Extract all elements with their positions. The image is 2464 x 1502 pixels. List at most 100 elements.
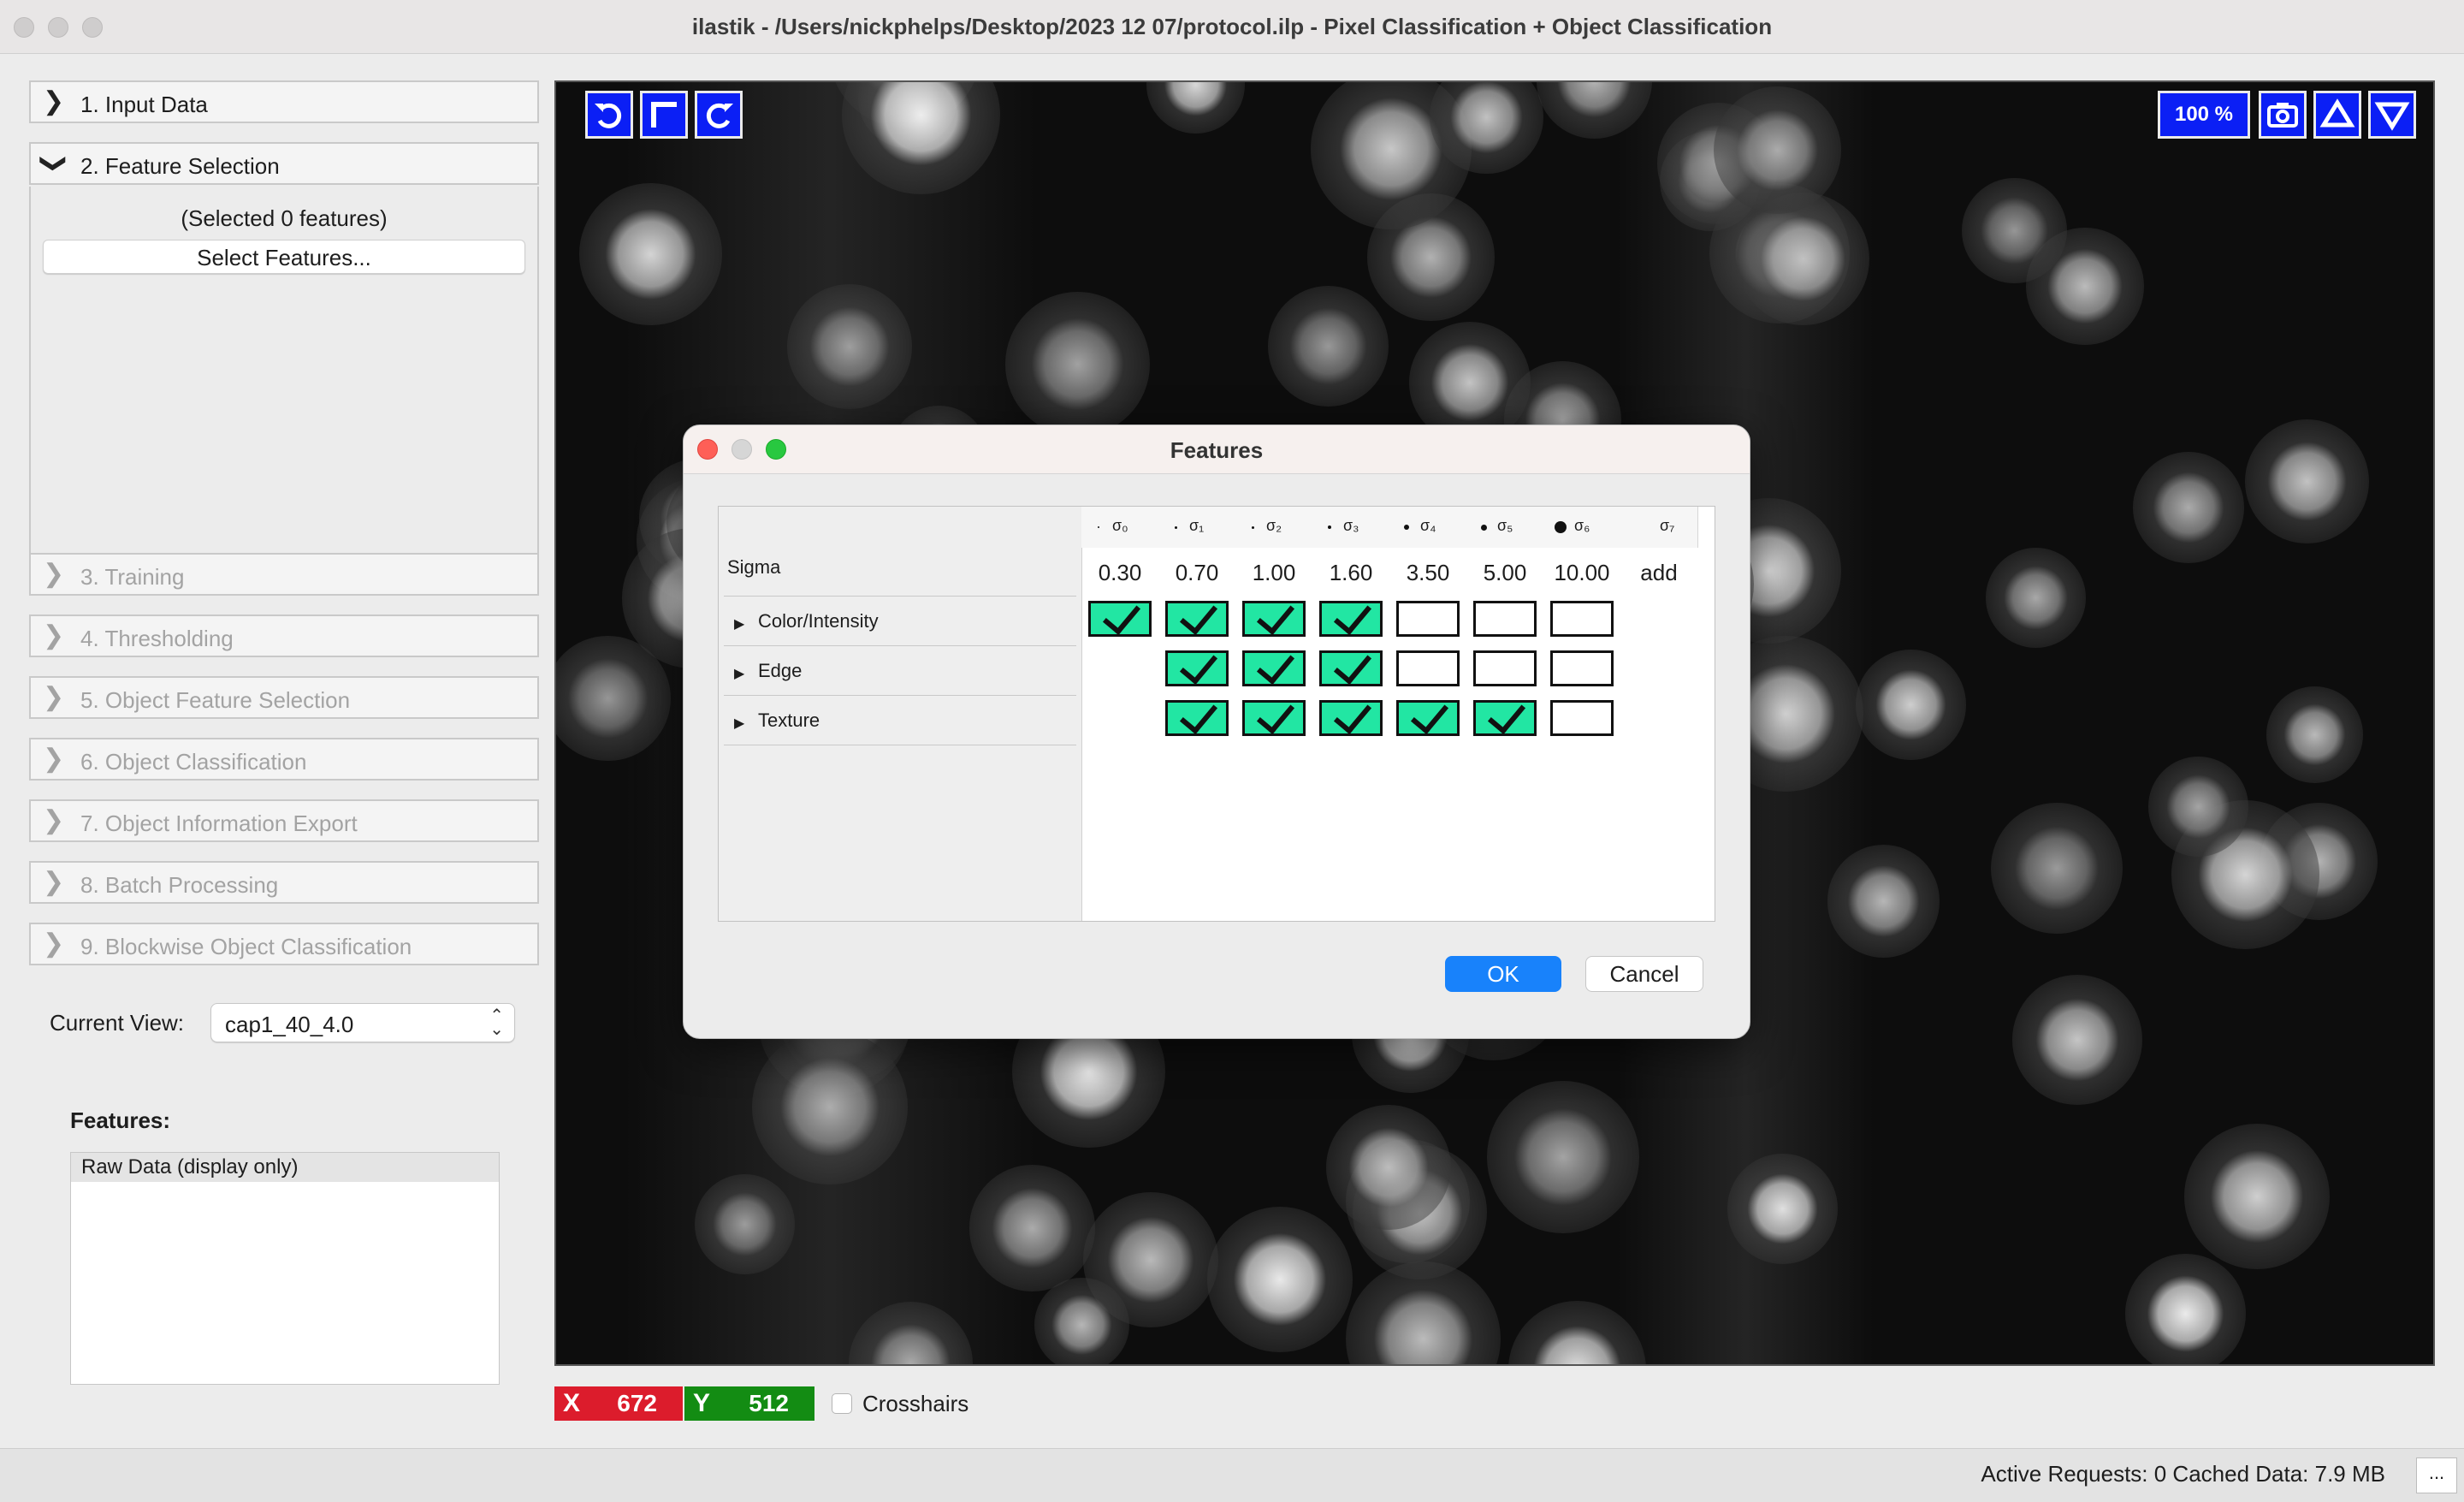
- cell-blob: [2012, 975, 2143, 1106]
- feature-checkbox[interactable]: [1550, 601, 1614, 637]
- applet-input-data[interactable]: ❯ 1. Input Data: [29, 80, 539, 123]
- undo-icon[interactable]: [585, 91, 633, 139]
- cell-blob: [1713, 86, 1842, 215]
- applet-training[interactable]: ❯ 3. Training: [29, 553, 539, 596]
- list-item[interactable]: Raw Data (display only): [71, 1153, 499, 1182]
- feature-checkbox[interactable]: [1319, 650, 1383, 686]
- sigma-column-header: σ₂: [1235, 507, 1313, 548]
- feature-checkbox[interactable]: [1550, 650, 1614, 686]
- feature-checkbox[interactable]: [1396, 700, 1460, 736]
- group-label: Color/Intensity: [758, 610, 879, 632]
- applet-batch-processing[interactable]: ❯ 8. Batch Processing: [29, 861, 539, 904]
- chevron-right-icon: ❯: [43, 929, 65, 958]
- feature-checkbox[interactable]: [1396, 601, 1460, 637]
- crosshairs-label: Crosshairs: [862, 1391, 969, 1416]
- sigma-symbol: σ₃: [1343, 517, 1359, 534]
- selected-features-count: (Selected 0 features): [181, 205, 388, 231]
- feature-checkbox[interactable]: [1088, 601, 1152, 637]
- feature-table: Sigma ▶ Color/Intensity ▶ Edge ▶ Texture…: [718, 506, 1715, 922]
- applet-object-feature-selection[interactable]: ❯ 5. Object Feature Selection: [29, 676, 539, 719]
- sigma-column-header: σ₃: [1312, 507, 1390, 548]
- applet-blockwise-object-classification[interactable]: ❯ 9. Blockwise Object Classification: [29, 923, 539, 965]
- group-label: Edge: [758, 660, 803, 681]
- feature-checkbox[interactable]: [1319, 601, 1383, 637]
- applet-thresholding[interactable]: ❯ 4. Thresholding: [29, 614, 539, 657]
- cell-blob: [1034, 1277, 1130, 1364]
- ok-button[interactable]: OK: [1445, 956, 1561, 992]
- cell-blob: [579, 182, 723, 326]
- cell-blob: [695, 1174, 795, 1274]
- cell-blob: [968, 1165, 1096, 1292]
- expand-triangle-icon[interactable]: ▶: [734, 665, 744, 682]
- sigma-symbol: σ₅: [1497, 517, 1513, 534]
- cancel-button[interactable]: Cancel: [1585, 956, 1703, 992]
- feature-checkbox[interactable]: [1319, 700, 1383, 736]
- cell-blob: [1325, 1104, 1451, 1230]
- status-more-button[interactable]: ...: [2416, 1457, 2457, 1493]
- feature-checkbox[interactable]: [1242, 700, 1306, 736]
- feature-checkbox[interactable]: [1550, 700, 1614, 736]
- chevron-right-icon: ❯: [43, 87, 65, 116]
- sigma-column-header: σ₇: [1620, 507, 1698, 548]
- group-texture[interactable]: ▶ Texture: [724, 695, 1076, 745]
- zoom-level-button[interactable]: 100 %: [2158, 91, 2250, 139]
- fit-view-icon[interactable]: [640, 91, 688, 139]
- feature-checkbox[interactable]: [1242, 650, 1306, 686]
- sigma-symbol: σ₆: [1574, 517, 1590, 534]
- applet-label: 5. Object Feature Selection: [80, 687, 351, 713]
- y-value: 512: [749, 1390, 789, 1416]
- cell-blob: [1827, 845, 1940, 958]
- feature-selection-pane: (Selected 0 features) Select Features...: [29, 187, 539, 553]
- features-dialog: Features Sigma ▶ Color/Intensity ▶ Edge …: [683, 424, 1750, 1039]
- applet-feature-selection[interactable]: ❯ 2. Feature Selection: [29, 142, 539, 185]
- applet-label: 9. Blockwise Object Classification: [80, 934, 412, 959]
- group-color-intensity[interactable]: ▶ Color/Intensity: [724, 596, 1076, 646]
- applet-object-classification[interactable]: ❯ 6. Object Classification: [29, 738, 539, 781]
- x-label: X: [563, 1389, 581, 1417]
- features-heading: Features:: [70, 1107, 171, 1133]
- sigma-scale-dot-icon: [1480, 524, 1487, 531]
- sigma-scale-dot-icon: [1174, 525, 1177, 529]
- cell-blob: [1961, 177, 2067, 283]
- applet-label: 4. Thresholding: [80, 626, 234, 651]
- feature-checkbox[interactable]: [1165, 601, 1229, 637]
- applet-label: 3. Training: [80, 564, 185, 590]
- cell-blob: [2148, 757, 2249, 858]
- applet-object-information-export[interactable]: ❯ 7. Object Information Export: [29, 799, 539, 842]
- feature-checkbox[interactable]: [1473, 650, 1537, 686]
- sigma-value: 1.60: [1329, 560, 1373, 585]
- cell-blob: [1004, 291, 1150, 436]
- camera-icon[interactable]: [2259, 91, 2307, 139]
- window-title: ilastik - /Users/nickphelps/Desktop/2023…: [691, 14, 1773, 39]
- cell-blob: [1487, 1081, 1639, 1233]
- expand-triangle-icon[interactable]: ▶: [734, 615, 744, 632]
- redo-icon[interactable]: [695, 91, 743, 139]
- group-edge[interactable]: ▶ Edge: [724, 645, 1076, 696]
- feature-checkbox[interactable]: [1473, 601, 1537, 637]
- chevron-right-icon: ❯: [43, 868, 65, 896]
- group-label: Texture: [758, 709, 820, 731]
- feature-checkbox[interactable]: [1165, 700, 1229, 736]
- triangle-up-icon[interactable]: [2313, 91, 2361, 139]
- feature-checkbox[interactable]: [1165, 650, 1229, 686]
- updown-chevron-icon: ⌃ ⌄: [489, 1006, 504, 1039]
- sigma-symbol: σ₄: [1420, 517, 1436, 534]
- select-features-button[interactable]: Select Features...: [43, 240, 525, 274]
- triangle-down-icon[interactable]: [2368, 91, 2416, 139]
- chevron-down-icon: ❯: [39, 152, 68, 175]
- crosshairs-checkbox[interactable]: [832, 1393, 852, 1414]
- current-view-select[interactable]: cap1_40_4.0 ⌃ ⌄: [210, 1003, 515, 1042]
- features-list[interactable]: Raw Data (display only): [70, 1152, 500, 1385]
- dialog-title: Features: [1170, 437, 1264, 463]
- x-coordinate-badge: X 672: [554, 1386, 683, 1421]
- expand-triangle-icon[interactable]: ▶: [734, 715, 744, 732]
- feature-checkbox[interactable]: [1242, 601, 1306, 637]
- cell-blob: [1991, 802, 2123, 934]
- add-sigma-button[interactable]: add: [1620, 560, 1697, 586]
- sigma-value: 1.00: [1252, 560, 1296, 585]
- applet-label: 2. Feature Selection: [80, 153, 280, 179]
- sigma-value: 10.00: [1554, 560, 1610, 585]
- cell-blob: [2125, 1253, 2246, 1364]
- feature-checkbox[interactable]: [1396, 650, 1460, 686]
- feature-checkbox[interactable]: [1473, 700, 1537, 736]
